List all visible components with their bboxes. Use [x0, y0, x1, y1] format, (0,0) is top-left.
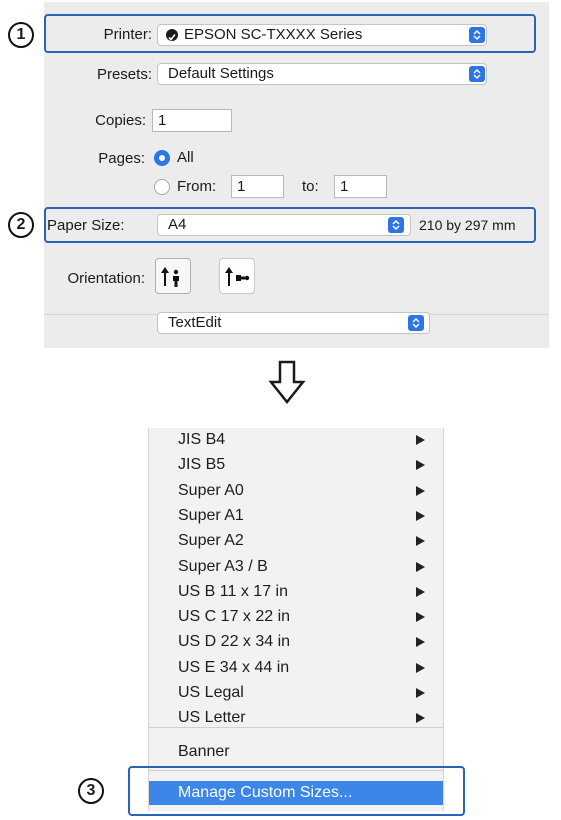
print-dialog — [44, 2, 549, 348]
menu-item[interactable]: JIS B5 — [178, 454, 225, 476]
menu-item[interactable]: US E 34 x 44 in — [178, 657, 289, 679]
submenu-arrow-icon — [416, 713, 425, 723]
printer-status-icon — [166, 29, 178, 41]
paper-size-popup[interactable]: A4 — [157, 214, 411, 236]
pages-range-radio[interactable] — [154, 179, 170, 195]
submenu-arrow-icon — [416, 637, 425, 647]
pages-to-field[interactable]: 1 — [334, 175, 387, 198]
menu-item[interactable]: US Legal — [178, 682, 244, 704]
step-number-3: 3 — [78, 778, 104, 804]
submenu-arrow-icon — [416, 688, 425, 698]
app-section-value: TextEdit — [168, 314, 222, 331]
stepper-icon — [469, 66, 485, 82]
callout-manage-custom — [128, 766, 465, 816]
printer-popup[interactable]: EPSON SC-TXXXX Series — [157, 24, 487, 46]
stepper-icon — [388, 217, 404, 233]
menu-item[interactable]: Super A2 — [178, 530, 244, 552]
stepper-icon — [408, 315, 424, 331]
menu-item[interactable]: US C 17 x 22 in — [178, 606, 290, 628]
menu-item[interactable]: Super A0 — [178, 480, 244, 502]
pages-all-radio[interactable] — [154, 150, 170, 166]
paper-size-label: Paper Size: — [47, 217, 125, 234]
pages-label: Pages: — [98, 150, 145, 167]
portrait-orientation-icon — [156, 267, 190, 297]
submenu-arrow-icon — [416, 486, 425, 496]
orientation-portrait-button[interactable] — [155, 258, 191, 294]
submenu-arrow-icon — [416, 663, 425, 673]
pages-to-label: to: — [302, 178, 319, 195]
menu-item[interactable]: US B 11 x 17 in — [178, 581, 288, 603]
paper-size-value: A4 — [168, 216, 187, 233]
submenu-arrow-icon — [416, 536, 425, 546]
app-section-popup[interactable]: TextEdit — [157, 312, 430, 334]
copies-label: Copies: — [95, 112, 146, 129]
menu-item[interactable]: Super A3 / B — [178, 556, 268, 578]
submenu-arrow-icon — [416, 435, 425, 445]
orientation-landscape-button[interactable] — [219, 258, 255, 294]
pages-from-label: From: — [177, 178, 217, 195]
menu-item[interactable]: Super A1 — [178, 505, 244, 527]
copies-field[interactable]: 1 — [152, 109, 232, 132]
landscape-orientation-icon — [220, 267, 254, 297]
arrow-down-icon — [268, 360, 306, 411]
step-number-1: 1 — [8, 22, 34, 48]
paper-size-dimensions: 210 by 297 mm — [419, 217, 516, 233]
submenu-arrow-icon — [416, 460, 425, 470]
pages-from-field[interactable]: 1 — [231, 175, 284, 198]
printer-value: EPSON SC-TXXXX Series — [184, 26, 363, 43]
menu-item-banner[interactable]: Banner — [178, 741, 230, 763]
stepper-icon — [469, 27, 485, 43]
submenu-arrow-icon — [416, 612, 425, 622]
presets-value: Default Settings — [168, 65, 274, 82]
pages-all-label: All — [177, 149, 194, 166]
menu-item[interactable]: JIS B4 — [178, 429, 225, 451]
submenu-arrow-icon — [416, 587, 425, 597]
menu-item[interactable]: US D 22 x 34 in — [178, 631, 290, 653]
submenu-arrow-icon — [416, 562, 425, 572]
presets-popup[interactable]: Default Settings — [157, 63, 487, 85]
printer-label: Printer: — [103, 26, 152, 43]
step-number-2: 2 — [8, 212, 34, 238]
menu-item[interactable]: US Letter — [178, 707, 246, 729]
presets-label: Presets: — [96, 66, 152, 83]
submenu-arrow-icon — [416, 511, 425, 521]
orientation-label: Orientation: — [67, 270, 145, 287]
menu-separator — [149, 727, 443, 728]
